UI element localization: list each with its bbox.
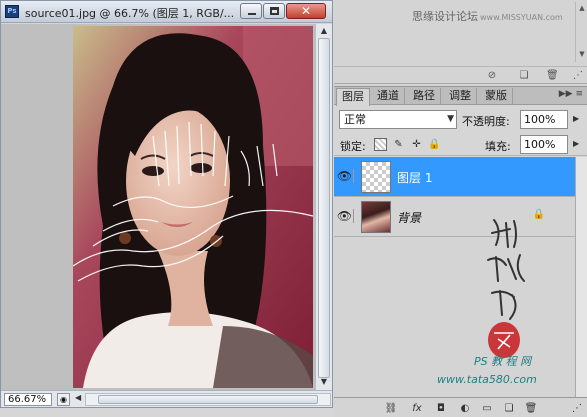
maximize-button[interactable]: [263, 3, 285, 19]
document-title: source01.jpg @ 66.7% (图层 1, RGB/...: [25, 7, 235, 20]
photoshop-icon: Ps: [5, 5, 19, 18]
lock-image-pixels-icon[interactable]: ✎: [392, 138, 405, 151]
status-info-icon[interactable]: ◉: [57, 393, 70, 406]
horizontal-scroll-thumb[interactable]: [98, 395, 318, 404]
resize-grip-icon[interactable]: ⋰: [572, 70, 584, 82]
right-panel-dock: 思缘设计论坛 www.MISSYUAN.com ▲ ▼ ⊘ ❏ 🗑 ⋰ 图层 通道…: [334, 0, 587, 417]
blend-row: 正常 ▼ 不透明度: 100% ▶: [334, 109, 587, 131]
maximize-icon: [270, 7, 279, 15]
status-menu-arrow-icon[interactable]: ◀: [75, 393, 81, 402]
tab-layers[interactable]: 图层: [336, 88, 370, 106]
fill-label: 填充:: [485, 140, 511, 153]
close-button[interactable]: ✕: [286, 3, 326, 19]
new-group-icon[interactable]: ▭: [480, 402, 494, 415]
forum-watermark: 思缘设计论坛 www.MISSYUAN.com: [412, 8, 563, 24]
layer-thumbnail[interactable]: [361, 201, 391, 233]
tab-masks[interactable]: 蒙版: [480, 88, 513, 105]
zoom-field[interactable]: 66.67%: [4, 393, 52, 406]
lock-all-icon[interactable]: 🔒: [428, 138, 441, 151]
upper-scroll-down-icon[interactable]: ▼: [577, 50, 587, 58]
lock-position-icon[interactable]: ✛: [410, 138, 423, 151]
layers-panel-footer: ⛓ fx ◘ ◐ ▭ ❏ 🗑 ⋰: [334, 397, 587, 417]
resize-grip-icon[interactable]: ⋰: [570, 402, 584, 415]
adjustment-layer-icon[interactable]: ◐: [458, 402, 472, 415]
minimize-icon: [248, 13, 256, 15]
fill-slider-arrow-icon[interactable]: ▶: [573, 139, 583, 149]
scroll-up-arrow-icon[interactable]: ▲: [318, 25, 330, 37]
eye-icon[interactable]: 👁: [336, 169, 354, 183]
chevron-down-icon: ▼: [447, 114, 454, 124]
forum-watermark-text: 思缘设计论坛: [412, 10, 478, 23]
fill-field[interactable]: 100%: [520, 135, 568, 154]
tab-channels[interactable]: 通道: [372, 88, 405, 105]
site-watermark-line2: www.tata580.com: [437, 373, 537, 386]
layer-name[interactable]: 图层 1: [397, 169, 432, 186]
opacity-slider-arrow-icon[interactable]: ▶: [573, 114, 583, 124]
site-watermark-line1: PS 教 程 网: [474, 355, 532, 368]
trash-icon[interactable]: 🗑: [546, 70, 559, 82]
layers-panel-tabs: 图层 通道 路径 调整 蒙版 ▶▶ ≡: [334, 87, 587, 106]
photoshop-workspace: Ps source01.jpg @ 66.7% (图层 1, RGB/... ✕: [0, 0, 587, 417]
forum-watermark-url: www.MISSYUAN.com: [480, 13, 563, 22]
panel-menu-icon[interactable]: ▶▶ ≡: [559, 89, 583, 99]
new-item-icon[interactable]: ❏: [518, 70, 530, 82]
opacity-label: 不透明度:: [462, 115, 510, 128]
upper-panel-footer: ⊘ ❏ 🗑 ⋰: [334, 66, 587, 84]
layer-row-layer1[interactable]: 👁 图层 1: [334, 157, 575, 197]
no-entry-icon[interactable]: ⊘: [486, 70, 498, 82]
link-layers-icon[interactable]: ⛓: [384, 402, 398, 415]
close-icon: ✕: [300, 4, 312, 18]
vertical-scrollbar[interactable]: ▲ ▼: [315, 24, 332, 390]
canvas-photo[interactable]: [73, 26, 313, 388]
minimize-button[interactable]: [240, 3, 262, 19]
layer-name[interactable]: 背景: [397, 209, 421, 226]
scroll-down-arrow-icon[interactable]: ▼: [318, 376, 330, 388]
canvas-area[interactable]: [1, 24, 315, 390]
upper-panel-scrollbar[interactable]: ▲ ▼: [575, 2, 587, 62]
tab-adjustments[interactable]: 调整: [444, 88, 477, 105]
opacity-field[interactable]: 100%: [520, 110, 568, 129]
lock-transparent-pixels-icon[interactable]: [374, 138, 387, 151]
layer-style-icon[interactable]: fx: [410, 402, 424, 415]
document-titlebar[interactable]: Ps source01.jpg @ 66.7% (图层 1, RGB/... ✕: [1, 1, 332, 23]
add-mask-icon[interactable]: ◘: [434, 402, 448, 415]
blend-mode-value: 正常: [344, 113, 366, 126]
delete-layer-icon[interactable]: 🗑: [524, 402, 538, 415]
vertical-scroll-thumb[interactable]: [318, 38, 330, 378]
lock-label: 锁定:: [340, 140, 366, 153]
document-window: Ps source01.jpg @ 66.7% (图层 1, RGB/... ✕: [0, 0, 333, 408]
new-layer-icon[interactable]: ❏: [502, 402, 516, 415]
document-statusbar: 66.67% ◉ ◀: [1, 390, 332, 407]
eye-icon[interactable]: 👁: [336, 209, 354, 223]
upper-scroll-up-icon[interactable]: ▲: [577, 4, 587, 12]
lock-row: 锁定: ✎ ✛ 🔒 填充: 100% ▶: [334, 134, 587, 156]
tab-paths[interactable]: 路径: [408, 88, 441, 105]
layers-panel: 图层 通道 路径 调整 蒙版 ▶▶ ≡ 正常 ▼ 不透明度: 100% ▶ 锁定…: [334, 86, 587, 417]
layer-thumbnail[interactable]: [361, 161, 391, 193]
blend-mode-select[interactable]: 正常 ▼: [339, 110, 457, 129]
horizontal-scrollbar[interactable]: [85, 393, 331, 406]
